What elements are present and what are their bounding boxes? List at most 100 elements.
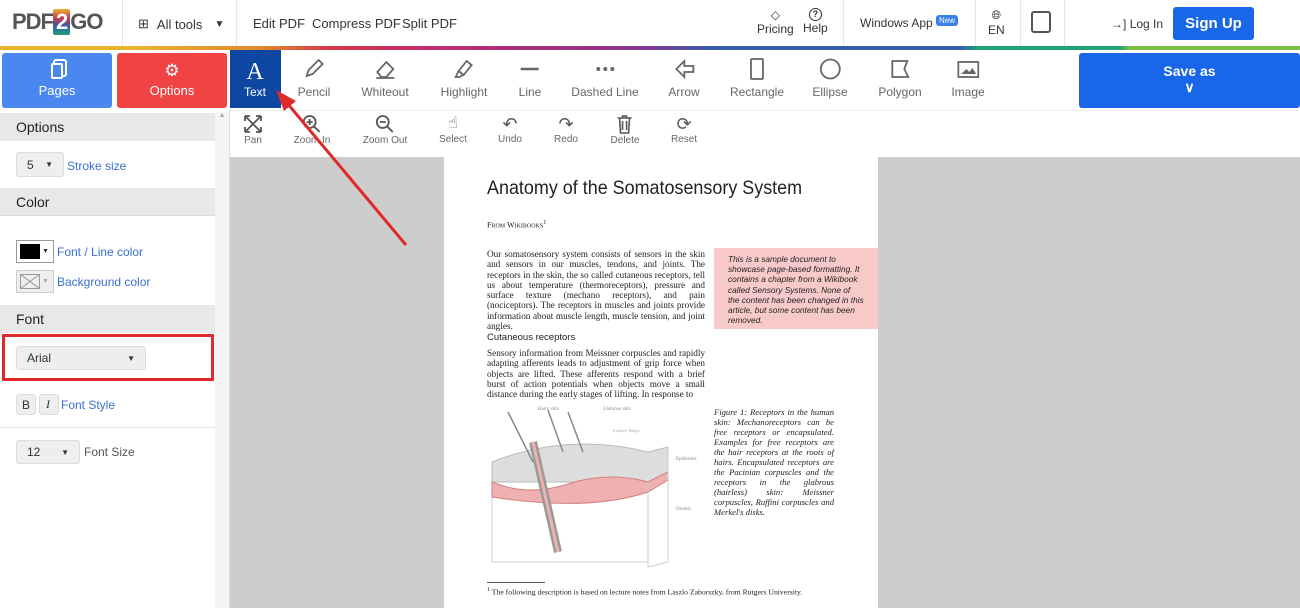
figure-label-dermis: Dermis — [676, 507, 691, 512]
history-icon[interactable] — [1031, 11, 1051, 33]
figure-caption: Figure 1: Receptors in the human skin: M… — [714, 407, 834, 517]
new-badge: New — [936, 15, 959, 26]
font-size-select[interactable]: 12 ▼ — [16, 440, 80, 464]
save-as-button[interactable]: Save as ∨ — [1079, 53, 1300, 108]
polygon-icon — [891, 60, 910, 78]
font-section-title: Font — [0, 305, 215, 333]
top-header: PDF 2 GO ⊞ All tools ▼ Edit PDF Compress P… — [0, 0, 1300, 46]
section-paragraph: Sensory information from Meissner corpus… — [487, 348, 705, 400]
image-icon — [957, 61, 979, 78]
tool-delete[interactable]: Delete — [611, 114, 639, 156]
intro-paragraph: Our somatosensory system consists of sen… — [487, 249, 705, 332]
stroke-size-select[interactable]: 5 ▼ — [16, 152, 64, 177]
globe-icon: 🌐︎ — [991, 8, 1002, 22]
font-color-label[interactable]: Font / Line color — [57, 245, 143, 259]
tool-text[interactable]: A Text — [244, 50, 266, 108]
redo-icon: ↷ — [558, 114, 574, 134]
byline: From Wikibooks1 — [487, 220, 547, 230]
refresh-icon: ⟳ — [676, 114, 692, 134]
eraser-icon — [375, 60, 395, 79]
italic-button[interactable]: I — [39, 394, 59, 415]
background-color-picker[interactable]: ▼ — [16, 270, 54, 293]
font-color-picker[interactable]: ▼ — [16, 240, 54, 263]
options-button[interactable]: ⚙ Options — [117, 53, 227, 108]
sidebar-scrollbar[interactable]: ▲ — [215, 112, 229, 608]
font-style-label: Font Style — [61, 398, 116, 412]
pdf-page[interactable]: Anatomy of the Somatosensory System From… — [444, 157, 878, 608]
stroke-size-label: Stroke size — [67, 159, 127, 173]
divider — [0, 427, 215, 428]
color-section-title: Color — [0, 188, 215, 216]
tool-undo[interactable]: ↶ Undo — [498, 114, 522, 156]
windows-app-link[interactable]: Windows App New — [860, 15, 959, 30]
font-family-select[interactable]: Arial ▼ — [16, 346, 146, 370]
section-heading: Cutaneous receptors — [487, 332, 576, 343]
rectangle-icon — [750, 58, 764, 80]
tool-reset[interactable]: ⟳ Reset — [671, 114, 697, 156]
figure-label-hairy-skin: Hairy skin — [538, 407, 559, 412]
nav-compress-pdf[interactable]: Compress PDF — [312, 16, 401, 31]
tool-select[interactable]: ☝︎ Select — [439, 114, 467, 156]
all-tools-label: All tools — [156, 16, 203, 32]
font-size-label: Font Size — [84, 445, 135, 459]
line-icon — [521, 67, 539, 71]
gear-icon: ⚙ — [164, 61, 180, 80]
bold-button[interactable]: B — [16, 394, 36, 415]
footnote: 1 The following description is based on … — [487, 587, 803, 597]
tool-ellipse[interactable]: Ellipse — [812, 50, 848, 108]
all-tools-menu[interactable]: ⊞ All tools ▼ — [138, 16, 224, 32]
tool-dashed-line[interactable]: Dashed Line — [571, 50, 639, 108]
tool-zoom-in[interactable]: Zoom In — [294, 114, 330, 156]
sidenote: This is a sample document to showcase pa… — [714, 248, 878, 329]
hand-pointer-icon: ☝︎ — [448, 115, 458, 132]
dots-icon — [595, 67, 614, 71]
tool-redo[interactable]: ↷ Redo — [554, 114, 578, 156]
tool-whiteout[interactable]: Whiteout — [361, 50, 409, 108]
tool-line[interactable]: Line — [519, 50, 541, 108]
chevron-down-icon: ▼ — [214, 18, 225, 30]
logo[interactable]: PDF 2 GO — [12, 9, 103, 35]
footnote-rule — [487, 582, 545, 583]
tool-highlight[interactable]: Highlight — [441, 50, 487, 108]
document-title: Anatomy of the Somatosensory System — [487, 177, 803, 199]
pricing-link[interactable]: ◇ Pricing — [757, 8, 794, 36]
text-icon: A — [246, 59, 264, 85]
no-color-icon — [20, 274, 40, 289]
tool-polygon[interactable]: Polygon — [878, 50, 922, 108]
tool-pencil[interactable]: Pencil — [298, 50, 330, 108]
tool-image[interactable]: Image — [951, 50, 985, 108]
login-icon: →] — [1111, 17, 1127, 31]
tag-icon: ◇ — [770, 8, 780, 22]
chevron-down-icon: ∨ — [1184, 79, 1195, 95]
options-section-title: Options — [0, 113, 215, 141]
expand-icon — [244, 115, 262, 133]
help-icon: ? — [808, 8, 822, 21]
skin-receptors-figure: Hairy skin Glabrous skin Papillary Ridge… — [491, 407, 697, 568]
figure-label-epidermis: Epidermis — [676, 457, 697, 462]
highlighter-icon — [454, 59, 474, 78]
nav-edit-pdf[interactable]: Edit PDF — [253, 16, 305, 31]
signup-button[interactable]: Sign Up — [1173, 7, 1254, 40]
pages-button[interactable]: Pages — [2, 53, 112, 108]
color-stripe — [0, 46, 1300, 50]
tool-pan[interactable]: Pan — [243, 114, 263, 156]
zoom-in-icon — [303, 115, 321, 133]
zoom-out-icon — [376, 115, 394, 133]
tool-zoom-out[interactable]: Zoom Out — [363, 114, 407, 156]
tool-rectangle[interactable]: Rectangle — [730, 50, 784, 108]
grid-icon: ⊞ — [138, 16, 149, 31]
figure-label-glabrous-skin: Glabrous skin — [603, 407, 631, 412]
tool-arrow[interactable]: Arrow — [668, 50, 700, 108]
circle-icon — [819, 58, 841, 80]
undo-icon: ↶ — [502, 114, 518, 134]
pages-icon — [51, 63, 63, 79]
login-link[interactable]: →] Log In — [1111, 17, 1163, 31]
arrow-left-icon — [674, 58, 694, 80]
language-selector[interactable]: 🌐︎ EN — [988, 8, 1005, 37]
trash-icon — [618, 115, 632, 134]
pencil-icon — [305, 58, 325, 78]
background-color-label[interactable]: Background color — [57, 275, 150, 289]
nav-split-pdf[interactable]: Split PDF — [402, 16, 457, 31]
help-link[interactable]: ? Help — [803, 8, 828, 35]
figure-label-papillary: Papillary Ridges — [613, 428, 640, 433]
